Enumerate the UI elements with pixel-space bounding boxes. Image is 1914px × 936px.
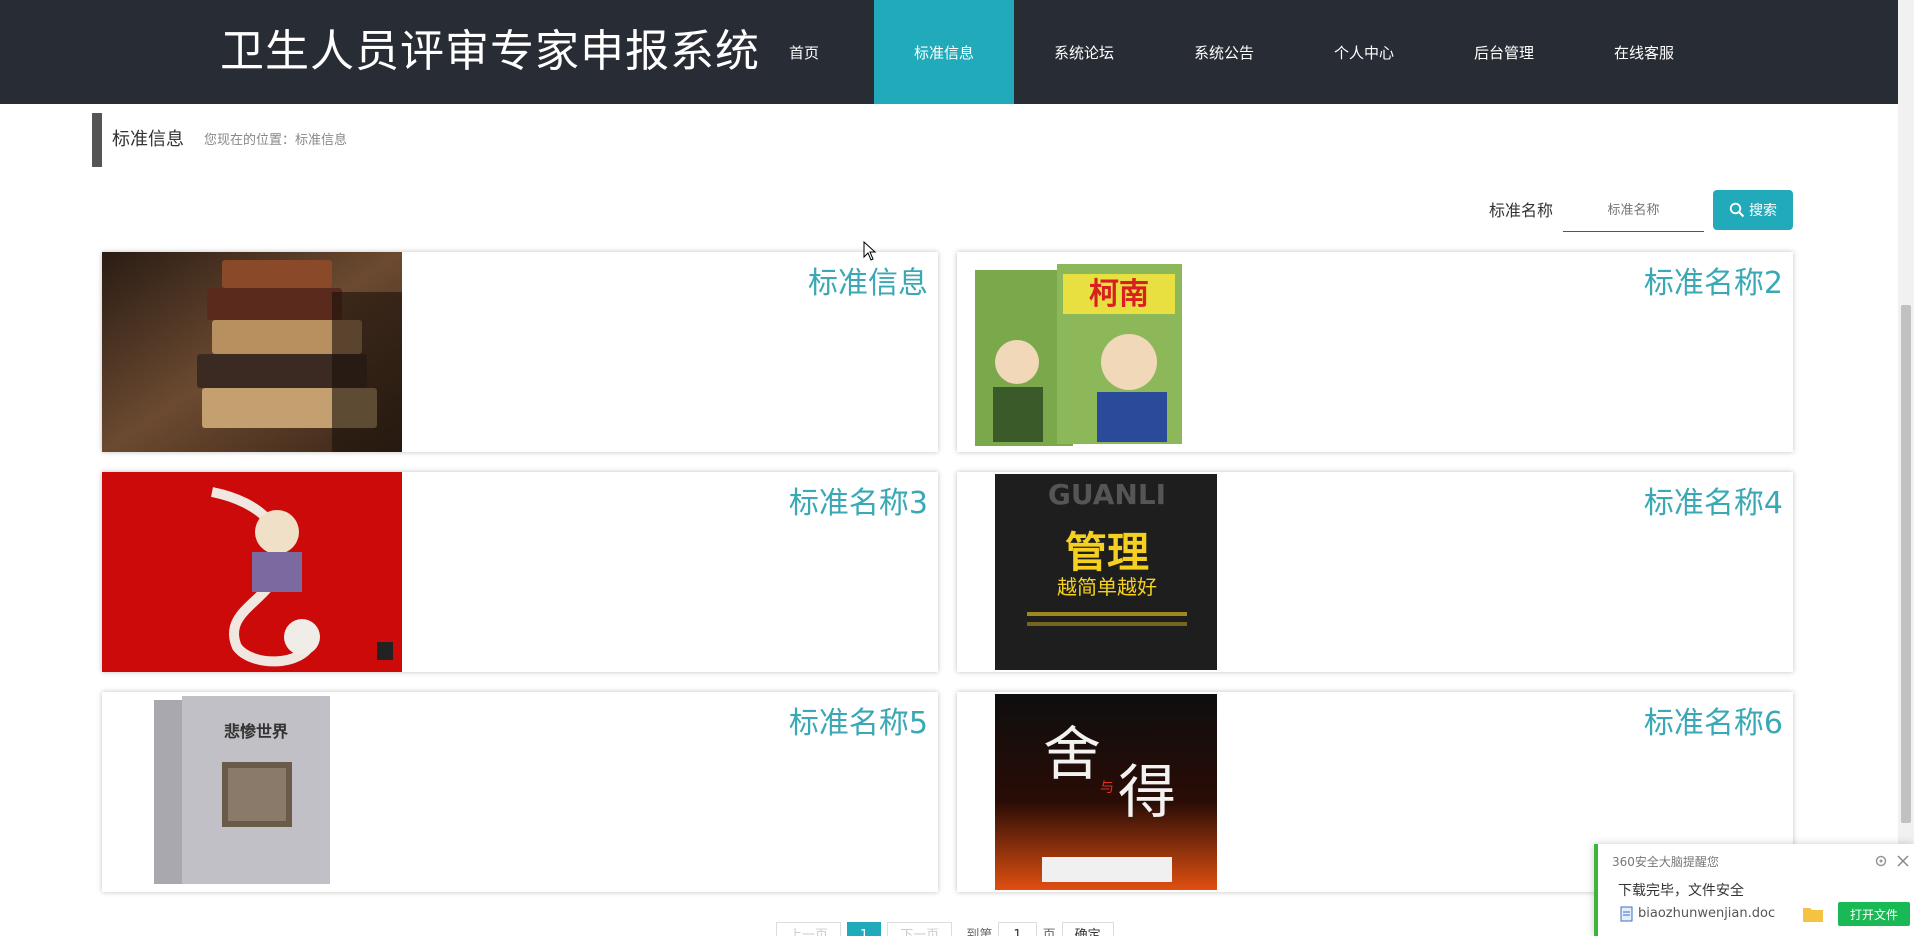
- card-image-les-miserables: 悲惨世界: [102, 692, 402, 892]
- cover-text: 与: [1100, 780, 1114, 796]
- doc-file-icon: [1620, 906, 1633, 922]
- cover-text: 得: [1118, 758, 1176, 826]
- nav-online-service[interactable]: 在线客服: [1574, 0, 1714, 104]
- main-nav: 首页 标准信息 系统论坛 系统公告 个人中心 后台管理 在线客服: [734, 0, 1714, 104]
- folder-icon[interactable]: [1802, 905, 1824, 923]
- scrollbar-thumb[interactable]: [1901, 305, 1911, 823]
- standard-card[interactable]: 标准名称3: [102, 472, 938, 672]
- card-image-book-stack: [102, 252, 402, 452]
- cover-text: 舍: [1043, 720, 1101, 788]
- top-navbar: 卫生人员评审专家申报系统 首页 标准信息 系统论坛 系统公告 个人中心 后台管理…: [0, 0, 1898, 104]
- cover-text: 悲惨世界: [224, 722, 288, 741]
- nav-personal-center[interactable]: 个人中心: [1294, 0, 1434, 104]
- mouse-cursor-icon: [863, 241, 877, 261]
- standard-card[interactable]: 悲惨世界 标准名称5: [102, 692, 938, 892]
- page-number-current[interactable]: 1: [847, 922, 882, 936]
- cover-text: 管理: [1065, 528, 1149, 577]
- goto-prefix: 到第: [966, 928, 993, 936]
- card-image-red-illustration: [102, 472, 402, 672]
- search-label: 标准名称: [1489, 201, 1554, 220]
- standard-card[interactable]: 标准信息: [102, 252, 938, 452]
- cover-text: GUANLI: [1048, 478, 1166, 511]
- card-title[interactable]: 标准名称5: [789, 702, 928, 746]
- card-image-management-book: GUANLI 管理 越简单越好: [957, 472, 1257, 672]
- search-button-label: 搜索: [1749, 203, 1777, 219]
- breadcrumb-prefix: 您现在的位置：: [204, 133, 296, 148]
- breadcrumb-current[interactable]: 标准信息: [295, 131, 347, 151]
- card-title[interactable]: 标准名称2: [1644, 262, 1783, 306]
- page-scrollbar[interactable]: [1898, 0, 1914, 936]
- standard-card[interactable]: GUANLI 管理 越简单越好 标准名称4: [957, 472, 1793, 672]
- goto-suffix: 页: [1042, 928, 1056, 936]
- card-image-conan-comic: 柯南: [957, 252, 1257, 452]
- notification-header: 360安全大脑提醒您: [1612, 855, 1719, 869]
- pagination: 上一页 1 下一页 到第 1 页 确定: [776, 922, 1114, 936]
- close-icon[interactable]: [1896, 854, 1910, 868]
- prev-page-button[interactable]: 上一页: [776, 922, 842, 936]
- nav-admin[interactable]: 后台管理: [1434, 0, 1574, 104]
- card-image-she-yu-de: 舍 与 得: [957, 692, 1257, 892]
- notification-message: 下载完毕，文件安全: [1618, 883, 1744, 899]
- goto-page-input[interactable]: 1: [998, 922, 1037, 936]
- search-icon: [1729, 202, 1745, 218]
- card-title[interactable]: 标准信息: [808, 262, 928, 306]
- nav-standard-info[interactable]: 标准信息: [874, 0, 1014, 104]
- goto-confirm-button[interactable]: 确定: [1061, 922, 1114, 936]
- standard-card[interactable]: 柯南 标准名称2: [957, 252, 1793, 452]
- search-button[interactable]: 搜索: [1713, 190, 1793, 230]
- open-file-button[interactable]: 打开文件: [1838, 902, 1910, 926]
- nav-announcements[interactable]: 系统公告: [1154, 0, 1294, 104]
- gear-icon[interactable]: [1874, 854, 1888, 868]
- page-title: 标准信息: [112, 129, 184, 150]
- download-notification: 360安全大脑提醒您 下载完毕，文件安全 biaozhunwenjian.doc…: [1594, 844, 1914, 936]
- card-title[interactable]: 标准名称4: [1644, 482, 1783, 526]
- card-title[interactable]: 标准名称3: [789, 482, 928, 526]
- notification-filename[interactable]: biaozhunwenjian.doc: [1638, 906, 1775, 921]
- site-title: 卫生人员评审专家申报系统: [220, 26, 760, 77]
- nav-home[interactable]: 首页: [734, 0, 874, 104]
- cover-text: 越简单越好: [1057, 575, 1157, 599]
- card-title[interactable]: 标准名称6: [1644, 702, 1783, 746]
- breadcrumb-accent-bar: [92, 113, 102, 167]
- cover-text: 柯南: [1089, 277, 1149, 312]
- nav-forum[interactable]: 系统论坛: [1014, 0, 1154, 104]
- search-input[interactable]: [1563, 190, 1704, 232]
- breadcrumb: 您现在的位置： 标准信息: [204, 131, 347, 151]
- next-page-button[interactable]: 下一页: [887, 922, 953, 936]
